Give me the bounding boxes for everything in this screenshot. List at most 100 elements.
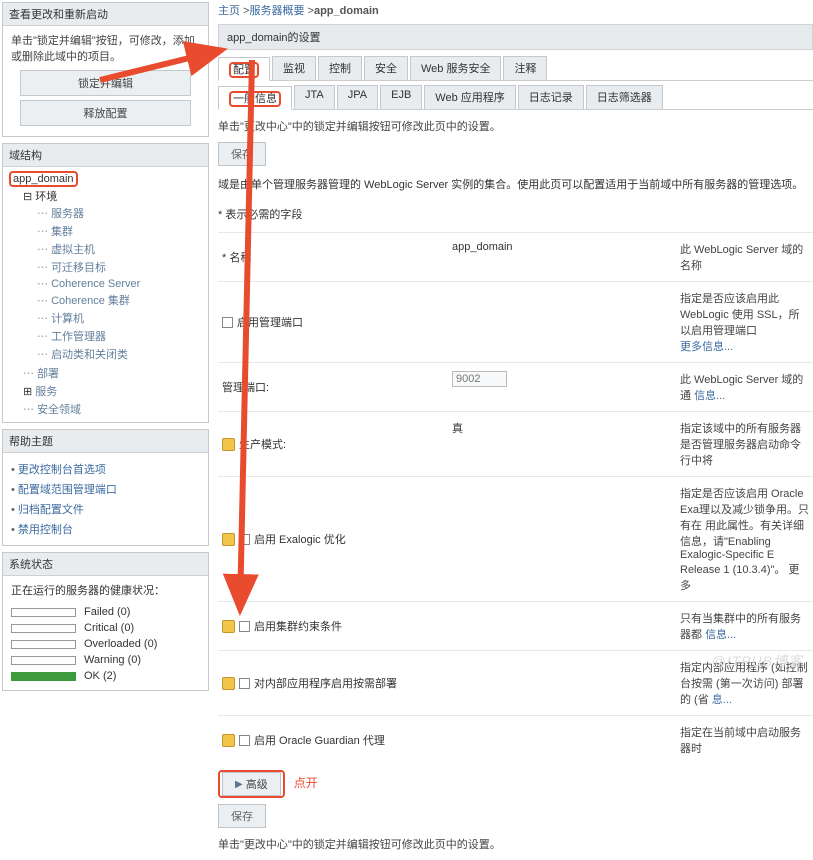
breadcrumb-current: app_domain [314, 5, 379, 17]
tree-item[interactable]: Coherence 集群 [51, 295, 130, 307]
system-status-panel: 系统状态 正在运行的服务器的健康状况： Failed (0)Critical (… [2, 552, 209, 691]
status-label: Overloaded (0) [84, 638, 157, 650]
domain-structure-panel: 域结构 app_domain ⊟ 环境 服务器集群虚拟主机可迁移目标Cohere… [2, 143, 209, 423]
change-center-title: 查看更改和重新启动 [3, 3, 208, 26]
help-link[interactable]: 归档配置文件 [11, 499, 200, 519]
help-topics-panel: 帮助主题 更改控制台首选项配置域范围管理端口归档配置文件禁用控制台 [2, 429, 209, 546]
breadcrumb-home[interactable]: 主页 [218, 5, 240, 17]
label-cluster: 启用集群约束条件 [254, 618, 342, 634]
save-button-top[interactable]: 保存 [218, 142, 266, 166]
value-prod: 真 [452, 420, 672, 468]
row-production-mode: 生产模式: 真 指定该域中的所有服务器是否管理服务器启动命令行中将 [218, 411, 813, 476]
tab-EJB[interactable]: EJB [380, 85, 422, 109]
tab-Web 服务安全[interactable]: Web 服务安全 [410, 56, 501, 80]
tab-日志记录[interactable]: 日志记录 [518, 85, 584, 109]
breadcrumb: 主页 >服务器概要 >app_domain [218, 0, 813, 24]
instruction-top: 单击"更改中心"中的锁定并编辑按钮可修改此页中的设置。 [218, 110, 813, 142]
row-name: * 名称 app_domain 此 WebLogic Server 域的名称 [218, 232, 813, 281]
tab-日志筛选器[interactable]: 日志筛选器 [586, 85, 663, 109]
help-topics-title: 帮助主题 [3, 430, 208, 453]
tab-JTA[interactable]: JTA [294, 85, 335, 109]
settings-title: app_domain的设置 [218, 24, 813, 50]
label-demand: 对内部应用程序启用按需部署 [254, 675, 397, 691]
tabs-level1: 配置监视控制安全Web 服务安全注释 [218, 56, 813, 81]
hint-exa: 指定是否应该启用 Oracle Exa理以及减少锁争用。只有在 用此属性。有关详… [672, 485, 809, 593]
tab-一般信息[interactable]: 一般信息 [218, 86, 292, 110]
breadcrumb-mid[interactable]: 服务器概要 [249, 5, 304, 17]
tree-item[interactable]: 可迁移目标 [51, 262, 106, 274]
tab-Web 应用程序[interactable]: Web 应用程序 [424, 85, 515, 109]
status-label: OK (2) [84, 670, 116, 682]
hint-guardian: 指定在当前域中启动服务器时 [672, 724, 809, 756]
tree-item[interactable]: 工作管理器 [51, 331, 106, 343]
tab-监视[interactable]: 监视 [272, 56, 316, 80]
tab-控制[interactable]: 控制 [318, 56, 362, 80]
status-label: Critical (0) [84, 622, 134, 634]
more-admin-port[interactable]: 更多信息... [680, 341, 733, 353]
more-demand[interactable]: 息... [712, 694, 732, 706]
status-label: Warning (0) [84, 654, 141, 666]
advanced-button[interactable]: ▶高级 [222, 772, 281, 796]
tab-JPA[interactable]: JPA [337, 85, 378, 109]
instruction-bottom: 单击"更改中心"中的锁定并编辑按钮可修改此页中的设置。 [218, 828, 813, 860]
lock-edit-button[interactable]: 锁定并编辑 [20, 70, 190, 96]
restart-icon [222, 533, 235, 546]
row-cluster-constraint: 启用集群约束条件 只有当集群中的所有服务器都 信息... [218, 601, 813, 650]
tree-env[interactable]: 环境 [35, 191, 57, 203]
restart-icon [222, 620, 235, 633]
status-row: Overloaded (0) [11, 636, 200, 652]
status-label: Failed (0) [84, 606, 130, 618]
row-guardian: 启用 Oracle Guardian 代理 指定在当前域中启动服务器时 [218, 715, 813, 764]
help-link[interactable]: 配置域范围管理端口 [11, 479, 200, 499]
hint-name: 此 WebLogic Server 域的名称 [672, 241, 809, 273]
tree-security[interactable]: 安全领域 [37, 404, 81, 416]
status-row: Failed (0) [11, 604, 200, 620]
checkbox-guardian[interactable] [239, 735, 250, 746]
checkbox-admin-port[interactable] [222, 317, 233, 328]
tree-item[interactable]: 服务器 [51, 208, 84, 220]
checkbox-cluster[interactable] [239, 621, 250, 632]
domain-root-link[interactable]: app_domain [9, 171, 78, 187]
tree-item[interactable]: 启动类和关闭类 [51, 349, 128, 361]
checkbox-exalogic[interactable] [239, 534, 250, 545]
domain-description: 域是由单个管理服务器管理的 WebLogic Server 实例的集合。使用此页… [218, 166, 813, 202]
change-center-note: 单击"锁定并编辑"按钮，可修改，添加或删除此域中的项目。 [11, 32, 200, 64]
row-admin-port-value: 管理端口: 此 WebLogic Server 域的通 信息... [218, 362, 813, 411]
tree-item[interactable]: 集群 [51, 226, 73, 238]
chevron-right-icon: ▶ [235, 779, 243, 790]
status-row: OK (2) [11, 668, 200, 684]
input-admin-port[interactable] [452, 371, 507, 387]
row-exalogic: 启用 Exalogic 优化 指定是否应该启用 Oracle Exa理以及减少锁… [218, 476, 813, 601]
row-admin-port-enable: 启用管理端口 指定是否应该启用此 WebLogic 使用 SSL，所以启用管理端… [218, 281, 813, 362]
status-row: Critical (0) [11, 620, 200, 636]
help-link[interactable]: 禁用控制台 [11, 519, 200, 539]
tree-services[interactable]: 服务 [35, 386, 57, 398]
domain-structure-title: 域结构 [3, 144, 208, 167]
status-bar [11, 656, 76, 665]
release-config-button[interactable]: 释放配置 [20, 100, 190, 126]
tab-安全[interactable]: 安全 [364, 56, 408, 80]
more-port[interactable]: 信息... [694, 390, 725, 402]
watermark: @ITPUB博客 [712, 651, 803, 671]
tab-注释[interactable]: 注释 [503, 56, 547, 80]
help-link[interactable]: 更改控制台首选项 [11, 459, 200, 479]
status-row: Warning (0) [11, 652, 200, 668]
system-status-title: 系统状态 [3, 553, 208, 576]
tabs-level2: 一般信息JTAJPAEJBWeb 应用程序日志记录日志筛选器 [218, 85, 813, 110]
status-bar [11, 640, 76, 649]
tree-item[interactable]: Coherence Server [51, 278, 140, 290]
label-prod: 生产模式: [239, 436, 286, 452]
restart-icon [222, 677, 235, 690]
change-center-panel: 查看更改和重新启动 单击"锁定并编辑"按钮，可修改，添加或删除此域中的项目。 锁… [2, 2, 209, 137]
hint-admin-port: 指定是否应该启用此 WebLogic 使用 SSL，所以启用管理端口更多信息..… [672, 290, 809, 354]
hint-cluster: 只有当集群中的所有服务器都 信息... [672, 610, 809, 642]
checkbox-demand[interactable] [239, 678, 250, 689]
label-admin-port: 启用管理端口 [237, 314, 303, 330]
tree-deploy[interactable]: 部署 [37, 368, 59, 380]
save-button-bottom[interactable]: 保存 [218, 804, 266, 828]
tree-item[interactable]: 虚拟主机 [51, 244, 95, 256]
restart-icon [222, 438, 235, 451]
tree-item[interactable]: 计算机 [51, 313, 84, 325]
tab-配置[interactable]: 配置 [218, 57, 270, 81]
more-cluster[interactable]: 信息... [705, 629, 736, 641]
